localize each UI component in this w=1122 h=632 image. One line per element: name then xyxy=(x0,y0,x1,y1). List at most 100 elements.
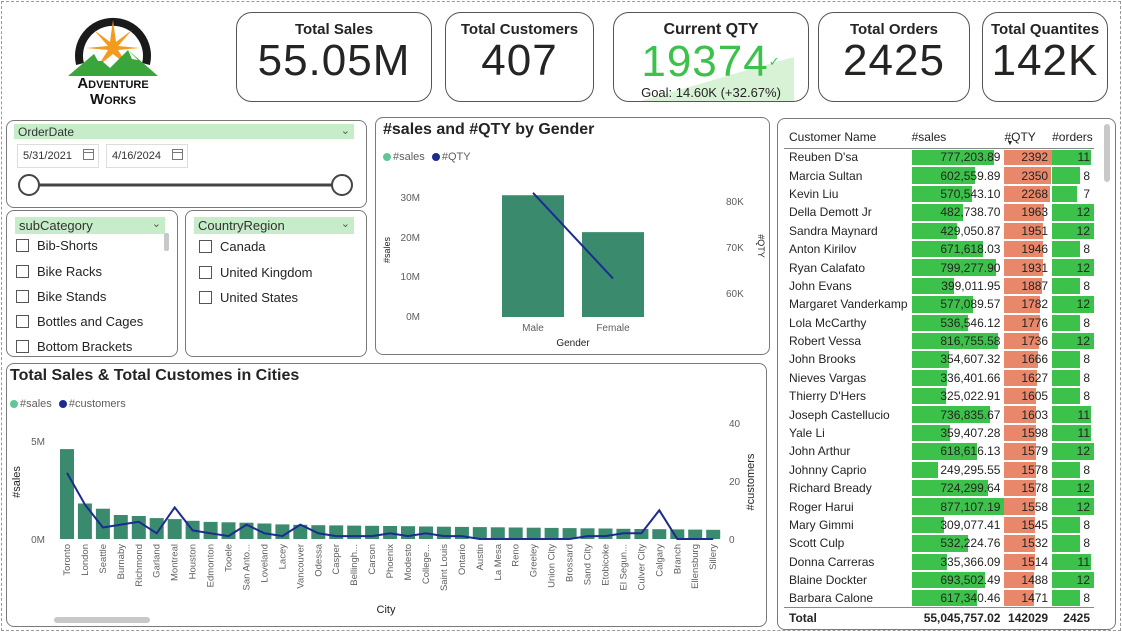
sales-bar[interactable] xyxy=(77,503,92,540)
customer-name-cell: Donna Carreras xyxy=(789,554,875,569)
order-date-header[interactable]: OrderDate ⌄ xyxy=(14,124,354,139)
subcategory-item[interactable]: Bike Racks xyxy=(37,264,102,279)
chevron-down-icon[interactable]: ⌄ xyxy=(341,124,350,137)
subcategory-item[interactable]: Bottles and Cages xyxy=(37,314,143,329)
table-row[interactable]: Lola McCarthy 536,546.12 1776 8 xyxy=(784,314,1094,332)
table-row[interactable]: Johnny Caprio 249,295.55 1578 8 xyxy=(784,461,1094,479)
sales-bar[interactable] xyxy=(131,516,146,539)
table-row[interactable]: Mary Gimmi 309,077.41 1545 8 xyxy=(784,516,1094,534)
subcategory-header[interactable]: subCategory ⌄ xyxy=(15,217,165,234)
axis-label: #customers xyxy=(745,453,757,510)
calendar-icon[interactable] xyxy=(172,149,183,160)
table-row[interactable]: Scott Culp 532,224.76 1532 8 xyxy=(784,534,1094,552)
table-vertical-scrollbar[interactable] xyxy=(1104,124,1110,182)
cell-value: 12 xyxy=(1076,481,1090,496)
table-row[interactable]: John Brooks 354,607.32 1666 8 xyxy=(784,350,1094,368)
table-row[interactable]: Reuben D'sa 777,203.89 2392 11 xyxy=(784,148,1094,166)
sales-bar[interactable] xyxy=(60,449,74,539)
table-row[interactable]: Anton Kirilov 671,618.03 1946 8 xyxy=(784,240,1094,258)
country-item[interactable]: Canada xyxy=(220,239,266,254)
column-header-customer-name[interactable]: Customer Name xyxy=(784,124,912,149)
end-date-input[interactable]: 4/16/2024 xyxy=(106,144,188,168)
qty-cell: 1931 xyxy=(1004,258,1052,276)
checkbox[interactable] xyxy=(16,239,29,252)
checkbox[interactable] xyxy=(199,266,212,279)
start-date-input[interactable]: 5/31/2021 xyxy=(17,144,99,168)
column-header-qty[interactable]: #QTY ▼ xyxy=(1004,124,1053,149)
country-item[interactable]: United States xyxy=(220,290,298,305)
table-row[interactable]: Margaret Vanderkamp 577,089.57 1782 12 xyxy=(784,295,1094,313)
table-row[interactable]: Sandra Maynard 429,050.87 1951 12 xyxy=(784,222,1094,240)
sales-bar[interactable] xyxy=(149,518,164,539)
sales-bar[interactable] xyxy=(311,525,326,539)
checkbox[interactable] xyxy=(199,240,212,253)
sales-bar[interactable] xyxy=(490,527,505,539)
table-row[interactable]: Yale Li 359,407.28 1598 11 xyxy=(784,424,1094,442)
table-row[interactable]: Della Demott Jr 482,738.70 1963 12 xyxy=(784,203,1094,221)
sales-bar[interactable] xyxy=(436,526,451,539)
calendar-icon[interactable] xyxy=(83,149,94,160)
city-chart[interactable]: 5M 0M 40 20 0 #sales #customers City Tor… xyxy=(7,414,765,620)
checkbox[interactable] xyxy=(199,291,212,304)
table-row[interactable]: Marcia Sultan 602,559.89 2350 8 xyxy=(784,166,1094,184)
sales-bar[interactable] xyxy=(502,195,564,317)
table-row[interactable]: John Evans 399,011.95 1887 8 xyxy=(784,277,1094,295)
column-header-sales[interactable]: #sales xyxy=(911,124,1005,149)
table-row[interactable]: John Arthur 618,616.13 1579 12 xyxy=(784,442,1094,460)
kpi-current-qty: Current QTY 19374✓ Goal: 14.60K (+32.67%… xyxy=(613,12,809,102)
checkbox[interactable] xyxy=(16,265,29,278)
city-label: Culver City xyxy=(636,544,647,591)
table-row[interactable]: Thierry D'Hers 325,022.91 1605 8 xyxy=(784,387,1094,405)
slicer-scrollbar[interactable] xyxy=(164,233,169,251)
checkbox[interactable] xyxy=(16,340,29,353)
sales-cell: 671,618.03 xyxy=(911,240,1005,258)
sales-bar[interactable] xyxy=(652,529,667,539)
table-row[interactable]: Barbara Calone 617,340.46 1471 8 xyxy=(784,589,1094,607)
sales-bar[interactable] xyxy=(95,508,110,539)
chevron-down-icon[interactable]: ⌄ xyxy=(152,217,161,230)
sales-bar[interactable] xyxy=(582,232,644,317)
sales-bar[interactable] xyxy=(113,515,128,539)
sales-bar[interactable] xyxy=(167,519,182,539)
country-region-header[interactable]: CountryRegion ⌄ xyxy=(194,217,354,234)
sales-bar[interactable] xyxy=(706,529,721,539)
table-row[interactable]: Donna Carreras 335,366.09 1514 11 xyxy=(784,553,1094,571)
table-row[interactable]: Joseph Castellucio 736,835.67 1603 11 xyxy=(784,405,1094,423)
subcategory-item[interactable]: Bike Stands xyxy=(37,289,106,304)
cell-value: 11 xyxy=(1077,150,1090,165)
table-row[interactable]: Robert Vessa 816,755.58 1736 12 xyxy=(784,332,1094,350)
sales-bar[interactable] xyxy=(508,527,523,540)
country-item[interactable]: United Kingdom xyxy=(220,265,313,280)
chart-horizontal-scrollbar[interactable] xyxy=(54,617,150,623)
sales-bar[interactable] xyxy=(203,521,218,539)
cell-value: 482,738.70 xyxy=(940,205,1001,220)
sales-bar[interactable] xyxy=(598,528,613,540)
cell-value: 12 xyxy=(1076,260,1090,275)
subcategory-item[interactable]: Bib-Shorts xyxy=(37,238,98,253)
gender-chart[interactable]: 30M 20M 10M 0M 80K 70K 60K #sales #QTY G… xyxy=(376,170,768,352)
table-row[interactable]: Richard Bready 724,299.64 1578 12 xyxy=(784,479,1094,497)
subcategory-item[interactable]: Bottom Brackets xyxy=(37,339,132,354)
sales-bar[interactable] xyxy=(544,527,559,539)
checkbox[interactable] xyxy=(16,290,29,303)
checkbox[interactable] xyxy=(16,315,29,328)
sales-bar[interactable] xyxy=(688,529,703,539)
cell-value: 8 xyxy=(1083,389,1090,404)
table-row[interactable]: Kevin Liu 570,543.10 2268 7 xyxy=(784,185,1094,203)
chart-legend: #sales #customers xyxy=(10,398,126,410)
chevron-down-icon[interactable]: ⌄ xyxy=(341,217,350,230)
table-row[interactable]: Ryan Calafato 799,277.90 1931 12 xyxy=(784,258,1094,276)
table-total-row: Total 55,045,757.02 142029 2425 xyxy=(784,607,1094,628)
adventure-works-logo: Adventure Works xyxy=(58,8,168,108)
city-label: Bellingh... xyxy=(349,544,360,586)
date-range-slider[interactable] xyxy=(14,172,358,198)
cell-value: 8 xyxy=(1083,168,1090,183)
column-header-orders[interactable]: #orders xyxy=(1052,124,1094,149)
sales-bar[interactable] xyxy=(526,527,541,539)
table-row[interactable]: Blaine Dockter 693,502.49 1488 12 xyxy=(784,571,1094,589)
table-row[interactable]: Roger Harui 877,107.19 1558 12 xyxy=(784,497,1094,515)
axis-label: #QTY xyxy=(756,234,766,258)
table-row[interactable]: Nieves Vargas 336,401.66 1627 8 xyxy=(784,369,1094,387)
cell-value: 1951 xyxy=(1021,223,1049,238)
cell-value: 1603 xyxy=(1021,407,1049,422)
